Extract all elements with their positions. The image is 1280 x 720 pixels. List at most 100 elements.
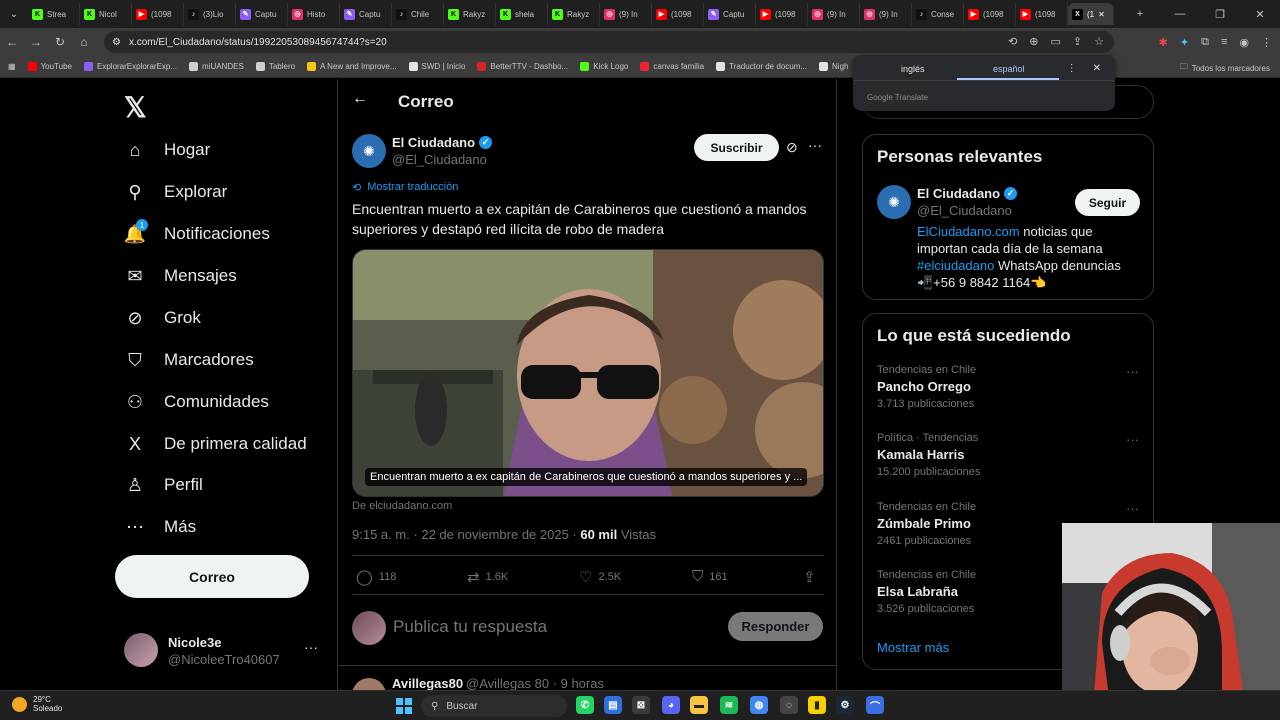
all-bookmarks[interactable]: 🗀 Todos los marcadores [1180, 61, 1270, 75]
nav-item-notificaciones[interactable]: 🔔 1 Notificaciones [124, 219, 270, 245]
nav-item-de-primera-calidad[interactable]: X De primera calidad [124, 433, 307, 455]
xbox-icon[interactable]: ⊠ [632, 696, 650, 714]
nav-item-m-s[interactable]: ⋯ Más [124, 516, 196, 538]
more-dots-icon[interactable]: ··· [304, 639, 318, 655]
browser-tab[interactable]: X (1 ✕ [1068, 3, 1114, 25]
reply-item[interactable]: Avillegas80 @Avillegas 80 · 9 horas [352, 676, 832, 690]
tab-search-icon[interactable]: ⌄ [4, 4, 24, 24]
more-dots-icon[interactable]: ··· [1126, 364, 1139, 379]
share-icon[interactable]: ⇪ [1073, 35, 1082, 48]
trend-item[interactable]: Tendencias en Chile Pancho Orrego 3.713 pu… [877, 364, 1147, 410]
apps-grid-icon[interactable]: ▦ [8, 62, 16, 71]
browser-menu-icon[interactable]: ⋮ [1261, 36, 1272, 49]
discord-icon[interactable]: ◕ [662, 696, 680, 714]
bookmark-item[interactable]: Nigh [819, 62, 848, 71]
browser-tab[interactable]: ✎ Captu [340, 3, 392, 25]
new-tab-icon[interactable]: + [1120, 8, 1160, 20]
relevant-person-name[interactable]: El Ciudadano ✓ [917, 186, 1018, 201]
bookmark-item[interactable]: canvas familia [640, 62, 704, 71]
link-card[interactable]: Encuentran muerto a ex capitán de Carabi… [352, 249, 824, 497]
translate-target-tab[interactable]: español [993, 64, 1025, 74]
steam-icon[interactable]: ⚙ [836, 696, 854, 714]
spotify-icon[interactable]: ≋ [720, 696, 738, 714]
back-icon[interactable]: ← [0, 35, 24, 49]
close-tab-icon[interactable]: ✕ [1098, 10, 1105, 19]
forward-icon[interactable]: → [24, 35, 48, 49]
url-text[interactable]: x.com/El_Ciudadano/status/19922053089456… [129, 37, 387, 48]
browser-tab[interactable]: ♪ Conse [912, 3, 964, 25]
browser-tab[interactable]: Kshela [496, 3, 548, 25]
subscribe-button[interactable]: Suscribir [694, 134, 779, 161]
bookmark-item[interactable]: ExplorarExplorarExp... [84, 62, 177, 71]
bio-link[interactable]: ElCiudadano.com [917, 224, 1020, 239]
more-dots-icon[interactable]: ··· [1126, 501, 1139, 516]
browser-tab[interactable]: ▶ (1098 [652, 3, 704, 25]
site-info-icon[interactable]: ⚙ [112, 37, 121, 48]
browser-tab[interactable]: K Rakyz [444, 3, 496, 25]
cast-icon[interactable]: ▭ [1051, 35, 1061, 48]
close-window-icon[interactable]: ✕ [1240, 8, 1280, 21]
browser-tab[interactable]: ▶ (1098 [1016, 3, 1068, 25]
post-button[interactable]: Correo [115, 555, 309, 598]
account-switcher[interactable]: Nicole3e @NicoleeTro40607 ··· [124, 633, 324, 669]
post-author-avatar[interactable]: ✺ [352, 134, 386, 168]
browser-tab[interactable]: ▶ (1098 [964, 3, 1016, 25]
close-icon[interactable]: ✕ [1093, 63, 1101, 74]
post-author-handle[interactable]: @El_Ciudadano [392, 152, 487, 167]
app-icon[interactable]: ◌ [780, 696, 798, 714]
browser-tab[interactable]: ✎ Captu [704, 3, 756, 25]
bio-hashtag[interactable]: #elciudadano [917, 258, 994, 273]
post-time[interactable]: 9:15 a. m. · 22 de noviembre de 2025 · [352, 527, 580, 542]
weather-widget[interactable]: 29°C Soleado [12, 695, 62, 713]
bookmark-item[interactable]: miUANDES [189, 62, 244, 71]
browser-tab[interactable]: ✎ Captu [236, 3, 288, 25]
extension-icon[interactable]: ✱ [1159, 36, 1168, 49]
bookmark-item[interactable]: Tablero [255, 62, 295, 71]
bookmark-item[interactable]: YouTube [27, 62, 72, 71]
minimize-icon[interactable]: — [1160, 8, 1200, 20]
more-vertical-icon[interactable]: ⋮ [1067, 63, 1077, 74]
profile-avatar-icon[interactable]: ◉ [1239, 36, 1249, 49]
taskbar-search[interactable]: ⚲ Buscar [421, 695, 567, 717]
bookmark-star-icon[interactable]: ☆ [1094, 35, 1104, 48]
reply-action[interactable]: ◯ 118 [356, 568, 396, 586]
link-card-source[interactable]: De elciudadano.com [352, 500, 452, 512]
app-icon[interactable]: ⌒ [866, 696, 884, 714]
whatsapp-icon[interactable]: ✆ [576, 696, 594, 714]
browser-tab[interactable]: ▶ (1098 [756, 3, 808, 25]
file-explorer-icon[interactable]: ▬ [690, 696, 708, 714]
reload-icon[interactable]: ↻ [48, 35, 72, 49]
browser-tab[interactable]: K Rakyz [548, 3, 600, 25]
nav-item-grok[interactable]: ⊘ Grok [124, 307, 200, 329]
nav-item-mensajes[interactable]: ✉ Mensajes [124, 265, 236, 287]
nav-item-marcadores[interactable]: ⛉ Marcadores [124, 349, 254, 371]
grok-icon[interactable]: ⊘ [786, 139, 798, 156]
browser-tab[interactable]: ▶ (1098 [132, 3, 184, 25]
zoom-icon[interactable]: ⊕ [1029, 35, 1038, 48]
link-card-image[interactable]: Encuentran muerto a ex capitán de Carabi… [353, 250, 823, 496]
browser-tab[interactable]: ◎ (9) In [808, 3, 860, 25]
maximize-icon[interactable]: ❐ [1200, 8, 1240, 21]
bookmark-item[interactable]: Traductor de docum... [716, 62, 807, 71]
more-dots-icon[interactable]: ··· [808, 137, 822, 153]
reply-button[interactable]: Responder [728, 612, 823, 641]
bookmark-item[interactable]: SWD | Inicio [408, 62, 465, 71]
browser-tab[interactable]: K Nicol [80, 3, 132, 25]
browser-tab[interactable]: ♪ Chile [392, 3, 444, 25]
bookmark-item[interactable]: BetterTTV - Dashbo... [477, 62, 568, 71]
relevant-person-handle[interactable]: @El_Ciudadano [917, 203, 1012, 218]
browser-tab[interactable]: ◎ Histo [288, 3, 340, 25]
show-more-link[interactable]: Mostrar más [877, 640, 949, 655]
x-logo-icon[interactable]: 𝕏 [124, 91, 147, 124]
avatar[interactable]: ✺ [877, 185, 911, 219]
bookmark-item[interactable]: A New and Improve... [307, 62, 397, 71]
translate-icon[interactable]: ⟲ [1008, 35, 1017, 48]
more-dots-icon[interactable]: ··· [1126, 432, 1139, 447]
extension-icon[interactable]: ✦ [1180, 36, 1189, 49]
nav-item-hogar[interactable]: ⌂ Hogar [124, 139, 211, 161]
extensions-puzzle-icon[interactable]: ⧉ [1201, 36, 1209, 49]
trend-item[interactable]: Política · Tendencias Kamala Harris 15.200… [877, 432, 1147, 478]
reply-input[interactable]: Publica tu respuesta [393, 617, 547, 637]
media-icon[interactable]: ≡ [1221, 36, 1227, 48]
sticky-notes-icon[interactable]: ▮ [808, 696, 826, 714]
